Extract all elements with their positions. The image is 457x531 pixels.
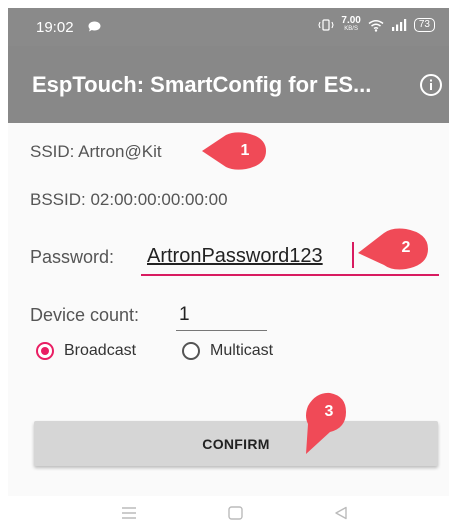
device-count-label: Device count: — [30, 305, 140, 325]
device-count-value: 1 — [179, 304, 190, 325]
callout-3: 3 — [300, 390, 350, 460]
app-title: EspTouch: SmartConfig for ES... — [32, 72, 372, 97]
status-bar: 19:02 7.00 KB/S 73 — [8, 8, 449, 46]
menu-icon[interactable] — [121, 506, 137, 520]
radio-unchecked-icon — [182, 342, 200, 360]
device-count-input[interactable]: 1 — [176, 298, 267, 331]
callout-1: 1 — [200, 131, 270, 171]
text-cursor — [352, 242, 354, 268]
callout-2: 2 — [356, 227, 432, 271]
battery-icon: 73 — [413, 18, 435, 32]
multicast-label: Multicast — [210, 342, 274, 359]
app-bar: EspTouch: SmartConfig for ES... — [8, 46, 449, 123]
bssid-label: BSSID: 02:00:00:00:00:00 — [30, 190, 228, 209]
network-speed: 7.00 KB/S — [341, 15, 361, 33]
phone-screen: 19:02 7.00 KB/S 73 EspTouch: SmartConfig… — [8, 8, 449, 531]
status-time: 19:02 — [36, 19, 74, 36]
vibrate-icon — [318, 19, 334, 31]
signal-icon — [391, 19, 407, 31]
wifi-icon — [368, 19, 384, 32]
info-circle-icon[interactable] — [419, 73, 443, 97]
radio-checked-icon — [36, 342, 54, 360]
status-icons: 7.00 KB/S 73 — [318, 16, 435, 34]
password-label: Password: — [30, 247, 115, 267]
confirm-button[interactable]: CONFIRM — [34, 421, 438, 466]
ssid-label: SSID: Artron@Kit — [30, 142, 162, 161]
broadcast-label: Broadcast — [64, 342, 137, 359]
navigation-bar — [8, 496, 449, 531]
broadcast-radio[interactable]: Broadcast — [36, 342, 136, 360]
callout-3-shape — [306, 392, 346, 454]
back-icon[interactable] — [334, 506, 348, 520]
multicast-radio[interactable]: Multicast — [182, 342, 273, 360]
password-value: ArtronPassword123 — [147, 245, 323, 267]
home-icon[interactable] — [228, 506, 243, 520]
chat-bubble-icon — [88, 21, 101, 32]
